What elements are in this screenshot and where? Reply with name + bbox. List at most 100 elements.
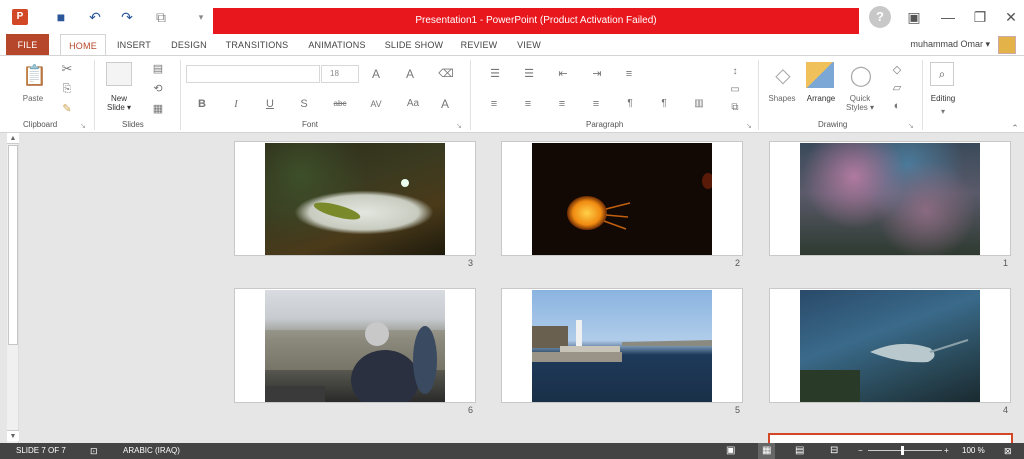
- reading-view-icon[interactable]: ▤: [795, 443, 804, 459]
- layout-icon[interactable]: ▤: [148, 61, 168, 77]
- grow-font-icon[interactable]: A: [368, 66, 384, 82]
- text-shadow-icon[interactable]: S: [298, 96, 310, 112]
- tab-design[interactable]: DESIGN: [168, 34, 210, 56]
- shrink-font-icon[interactable]: A: [402, 66, 418, 82]
- increase-indent-icon[interactable]: ⇥: [588, 66, 606, 82]
- zoom-slider-thumb[interactable]: [901, 446, 904, 455]
- bold-icon[interactable]: B: [196, 96, 208, 112]
- user-account-name[interactable]: muhammad Omar ▾: [910, 39, 990, 50]
- undo-icon[interactable]: ↶: [86, 8, 104, 26]
- smartart-icon[interactable]: ⧉: [726, 100, 744, 116]
- slide-thumbnail[interactable]: [501, 288, 743, 403]
- slide-thumbnail[interactable]: [501, 141, 743, 256]
- redo-icon[interactable]: ↷: [118, 8, 136, 26]
- rtl-icon[interactable]: ¶: [656, 96, 672, 112]
- reset-icon[interactable]: ⟲: [148, 81, 168, 97]
- tab-review[interactable]: REVIEW: [458, 34, 500, 56]
- shape-outline-icon[interactable]: ▱: [888, 80, 906, 96]
- powerpoint-logo-icon[interactable]: P: [12, 9, 28, 25]
- slide-thumbnail[interactable]: [234, 141, 476, 256]
- ribbon-display-options-icon[interactable]: ▣: [903, 8, 925, 26]
- tab-transitions[interactable]: TRANSITIONS: [223, 34, 291, 56]
- normal-view-icon[interactable]: ▣: [726, 443, 735, 459]
- new-slide-icon[interactable]: [106, 62, 132, 86]
- slide-thumbnail[interactable]: [769, 288, 1011, 403]
- shape-effects-icon[interactable]: ◐: [888, 98, 906, 114]
- drawing-launcher-icon[interactable]: ↘: [908, 122, 914, 130]
- paragraph-launcher-icon[interactable]: ↘: [746, 122, 752, 130]
- line-spacing-icon[interactable]: ≡: [620, 66, 638, 82]
- cut-icon[interactable]: ✂: [58, 61, 76, 77]
- editing-label[interactable]: Editing: [926, 94, 960, 103]
- font-size-input[interactable]: 18: [321, 65, 359, 83]
- align-text-icon[interactable]: ▭: [726, 82, 744, 98]
- align-right-icon[interactable]: ≡: [554, 96, 570, 112]
- tab-file[interactable]: FILE: [6, 34, 49, 56]
- close-button[interactable]: ✕: [1000, 8, 1022, 26]
- clear-formatting-icon[interactable]: ⌫: [438, 66, 454, 82]
- shape-fill-icon[interactable]: ◇: [888, 62, 906, 78]
- slideshow-view-icon[interactable]: ⊟: [830, 443, 838, 459]
- zoom-level[interactable]: 100 %: [962, 443, 985, 459]
- restore-button[interactable]: ❐: [969, 8, 991, 26]
- paste-icon[interactable]: 📋: [22, 64, 47, 88]
- bullets-icon[interactable]: ☰: [486, 66, 504, 82]
- ltr-icon[interactable]: ¶: [622, 96, 638, 112]
- tab-home[interactable]: HOME: [60, 34, 106, 56]
- columns-icon[interactable]: ▥: [690, 96, 708, 112]
- change-case-icon[interactable]: Aa: [402, 96, 424, 112]
- slide-sorter-view-icon[interactable]: ▦: [758, 443, 776, 459]
- font-color-icon[interactable]: A: [438, 96, 452, 112]
- tab-view[interactable]: VIEW: [514, 34, 544, 56]
- save-icon[interactable]: ■: [52, 8, 70, 26]
- minimize-button[interactable]: —: [937, 8, 959, 26]
- tab-insert[interactable]: INSERT: [114, 34, 154, 56]
- quick-styles-icon[interactable]: ◯: [848, 64, 874, 88]
- tab-animations[interactable]: ANIMATIONS: [305, 34, 369, 56]
- format-painter-icon[interactable]: ✎: [58, 101, 76, 117]
- font-launcher-icon[interactable]: ↘: [456, 122, 462, 130]
- align-left-icon[interactable]: ≡: [486, 96, 502, 112]
- slideshow-start-icon[interactable]: ⧉: [152, 8, 170, 26]
- tab-slide-show[interactable]: SLIDE SHOW: [383, 34, 445, 56]
- new-slide-label[interactable]: New: [100, 94, 138, 103]
- shapes-icon[interactable]: ◇: [770, 64, 796, 88]
- quick-styles-label-2[interactable]: Styles ▾: [842, 103, 878, 112]
- slide-thumbnail[interactable]: [769, 141, 1011, 256]
- vertical-scrollbar[interactable]: ▲ ▼: [7, 133, 19, 443]
- character-spacing-icon[interactable]: AV: [366, 96, 386, 112]
- fit-to-window-icon[interactable]: ⊠: [1004, 443, 1012, 459]
- shapes-label[interactable]: Shapes: [764, 94, 800, 103]
- help-button[interactable]: ?: [869, 6, 891, 28]
- editing-dropdown-icon[interactable]: ▾: [938, 104, 948, 120]
- scrollbar-thumb[interactable]: [8, 145, 18, 345]
- align-center-icon[interactable]: ≡: [520, 96, 536, 112]
- arrange-icon[interactable]: [806, 62, 834, 88]
- slide-thumbnail[interactable]: [234, 288, 476, 403]
- arrange-label[interactable]: Arrange: [802, 94, 840, 103]
- justify-icon[interactable]: ≡: [588, 96, 604, 112]
- language-indicator[interactable]: ARABIC (IRAQ): [123, 443, 180, 459]
- italic-icon[interactable]: I: [230, 96, 242, 112]
- scroll-up-icon[interactable]: ▲: [7, 133, 19, 144]
- copy-icon[interactable]: ⎘: [58, 81, 76, 97]
- binoculars-icon[interactable]: ⌕: [930, 62, 954, 86]
- scroll-down-icon[interactable]: ▼: [7, 430, 19, 441]
- text-direction-icon[interactable]: ↕: [726, 64, 744, 80]
- font-name-input[interactable]: [186, 65, 320, 83]
- strikethrough-icon[interactable]: abc: [330, 96, 350, 112]
- zoom-in-icon[interactable]: +: [944, 443, 949, 459]
- section-icon[interactable]: ▦: [148, 101, 168, 117]
- zoom-slider-track[interactable]: [868, 450, 942, 451]
- notes-icon[interactable]: ⊡: [90, 443, 98, 459]
- numbering-icon[interactable]: ☰: [520, 66, 538, 82]
- clipboard-launcher-icon[interactable]: ↘: [80, 122, 86, 130]
- decrease-indent-icon[interactable]: ⇤: [554, 66, 572, 82]
- avatar[interactable]: [998, 36, 1016, 54]
- customize-qat-icon[interactable]: ▾: [192, 8, 210, 26]
- new-slide-label-2[interactable]: Slide ▾: [100, 103, 138, 112]
- paste-label[interactable]: Paste: [18, 94, 48, 103]
- quick-styles-label[interactable]: Quick: [842, 94, 878, 103]
- underline-icon[interactable]: U: [264, 96, 276, 112]
- zoom-out-icon[interactable]: −: [858, 443, 863, 459]
